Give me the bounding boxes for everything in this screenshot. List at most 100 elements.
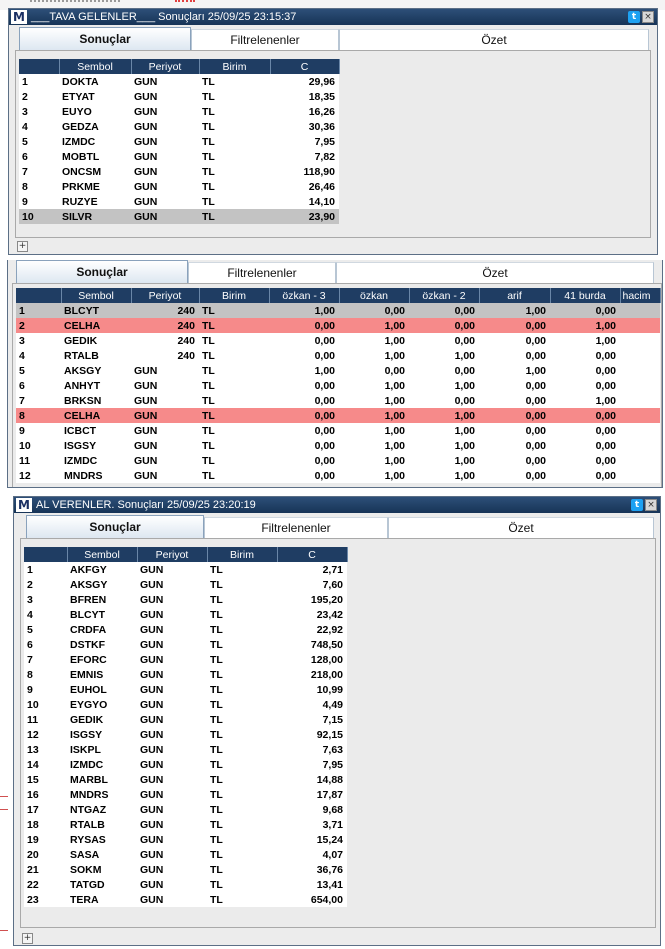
tab-filtrelenenler[interactable]: Filtrelenenler <box>191 29 339 50</box>
tab-ozet[interactable]: Özet <box>336 262 654 283</box>
tab-sonuclar[interactable]: Sonuçlar <box>16 260 188 283</box>
table-cell: 0,00 <box>269 378 339 393</box>
table-row[interactable]: 10 ISGSY GUN TL 0,00 1,00 1,00 0,00 0,00 <box>16 438 660 453</box>
table-row[interactable]: 8 PRKME GUN TL 26,46 <box>19 179 339 194</box>
table-cell: 7 <box>16 393 61 408</box>
column-header-birim[interactable]: Birim <box>199 59 271 74</box>
table-cell: GUN <box>137 712 207 727</box>
table-row[interactable]: 16 MNDRS GUN TL 17,87 <box>24 787 347 802</box>
table-cell-empty <box>620 348 660 363</box>
tab-sonuclar[interactable]: Sonuçlar <box>19 27 191 50</box>
table-row[interactable]: 12 ISGSY GUN TL 92,15 <box>24 727 347 742</box>
column-header-c[interactable]: C <box>277 547 348 562</box>
window-titlebar[interactable]: M AL VERENLER. Sonuçları 25/09/25 23:20:… <box>14 497 660 513</box>
twitter-icon[interactable]: t <box>628 11 640 23</box>
table-row[interactable]: 10 SILVR GUN TL 23,90 <box>19 209 339 224</box>
column-header-sembol[interactable]: Sembol <box>61 288 132 303</box>
table-cell: CELHA <box>61 318 131 333</box>
table-row[interactable]: 9 ICBCT GUN TL 0,00 1,00 1,00 0,00 0,00 <box>16 423 660 438</box>
table-row[interactable]: 9 EUHOL GUN TL 10,99 <box>24 682 347 697</box>
tab-sonuclar[interactable]: Sonuçlar <box>26 515 204 538</box>
table-row[interactable]: 4 RTALB 240 TL 0,00 1,00 1,00 0,00 0,00 <box>16 348 660 363</box>
table-row[interactable]: 18 RTALB GUN TL 3,71 <box>24 817 347 832</box>
table-row[interactable]: 21 SOKM GUN TL 36,76 <box>24 862 347 877</box>
column-header-periyot[interactable]: Periyot <box>131 59 200 74</box>
table-row[interactable]: 6 DSTKF GUN TL 748,50 <box>24 637 347 652</box>
table-row[interactable]: 23 TERA GUN TL 654,00 <box>24 892 347 907</box>
tab-filtrelenenler[interactable]: Filtrelenenler <box>188 262 336 283</box>
column-header-ozkan-2[interactable]: özkan - 2 <box>409 288 480 303</box>
table-row[interactable]: 4 GEDZA GUN TL 30,36 <box>19 119 339 134</box>
window-titlebar[interactable]: M ___TAVA GELENLER___ Sonuçları 25/09/25… <box>9 9 657 25</box>
column-header-c[interactable]: C <box>270 59 340 74</box>
table-cell: BLCYT <box>61 303 131 318</box>
table-row[interactable]: 7 EFORC GUN TL 128,00 <box>24 652 347 667</box>
table-row[interactable]: 17 NTGAZ GUN TL 9,68 <box>24 802 347 817</box>
column-header-sembol[interactable]: Sembol <box>67 547 138 562</box>
table-cell: 0,00 <box>269 423 339 438</box>
table-row[interactable]: 8 EMNIS GUN TL 218,00 <box>24 667 347 682</box>
column-header-sembol[interactable]: Sembol <box>59 59 132 74</box>
table-row[interactable]: 5 IZMDC GUN TL 7,95 <box>19 134 339 149</box>
add-icon[interactable]: + <box>22 933 33 944</box>
table-row[interactable]: 14 IZMDC GUN TL 7,95 <box>24 757 347 772</box>
table-row[interactable]: 19 RYSAS GUN TL 15,24 <box>24 832 347 847</box>
table-row[interactable]: 5 AKSGY GUN TL 1,00 0,00 0,00 1,00 0,00 <box>16 363 660 378</box>
column-header-ozkan[interactable]: özkan <box>339 288 410 303</box>
column-header-periyot[interactable]: Periyot <box>131 288 200 303</box>
table-row[interactable]: 3 EUYO GUN TL 16,26 <box>19 104 339 119</box>
table-row[interactable]: 20 SASA GUN TL 4,07 <box>24 847 347 862</box>
add-icon[interactable]: + <box>17 241 28 252</box>
column-header-41-burda[interactable]: 41 burda <box>550 288 621 303</box>
table-row[interactable]: 7 BRKSN GUN TL 0,00 1,00 0,00 0,00 1,00 <box>16 393 660 408</box>
table-row[interactable]: 22 TATGD GUN TL 13,41 <box>24 877 347 892</box>
table-cell: TERA <box>67 892 137 907</box>
table-row[interactable]: 1 DOKTA GUN TL 29,96 <box>19 74 339 89</box>
table-cell: MOBTL <box>59 149 131 164</box>
table-cell: 2 <box>19 89 59 104</box>
tab-filtrelenenler[interactable]: Filtrelenenler <box>204 517 388 538</box>
table-row[interactable]: 3 BFREN GUN TL 195,20 <box>24 592 347 607</box>
table-row[interactable]: 1 BLCYT 240 TL 1,00 0,00 0,00 1,00 0,00 <box>16 303 660 318</box>
table-row[interactable]: 2 ETYAT GUN TL 18,35 <box>19 89 339 104</box>
tab-ozet[interactable]: Özet <box>339 29 649 50</box>
table-row[interactable]: 6 MOBTL GUN TL 7,82 <box>19 149 339 164</box>
table-row[interactable]: 13 ISKPL GUN TL 7,63 <box>24 742 347 757</box>
table-cell: 748,50 <box>277 637 347 652</box>
table-cell: 1,00 <box>479 363 550 378</box>
table-cell: 3,71 <box>277 817 347 832</box>
table-cell: 1,00 <box>339 423 409 438</box>
table-row[interactable]: 7 ONCSM GUN TL 118,90 <box>19 164 339 179</box>
tab-ozet[interactable]: Özet <box>388 517 654 538</box>
twitter-icon[interactable]: t <box>631 499 643 511</box>
table-row[interactable]: 2 AKSGY GUN TL 7,60 <box>24 577 347 592</box>
table-row[interactable]: 1 AKFGY GUN TL 2,71 <box>24 562 347 577</box>
table-row[interactable]: 8 CELHA GUN TL 0,00 1,00 1,00 0,00 0,00 <box>16 408 660 423</box>
column-header-hacim[interactable]: hacim <box>620 288 661 303</box>
table-row[interactable]: 15 MARBL GUN TL 14,88 <box>24 772 347 787</box>
table-row[interactable]: 4 BLCYT GUN TL 23,42 <box>24 607 347 622</box>
table-row[interactable]: 10 EYGYO GUN TL 4,49 <box>24 697 347 712</box>
table-row[interactable]: 6 ANHYT GUN TL 0,00 1,00 1,00 0,00 0,00 <box>16 378 660 393</box>
table-cell: 9,68 <box>277 802 347 817</box>
table-row[interactable]: 3 GEDIK 240 TL 0,00 1,00 0,00 0,00 1,00 <box>16 333 660 348</box>
table-row[interactable]: 9 RUZYE GUN TL 14,10 <box>19 194 339 209</box>
table-row[interactable]: 11 GEDIK GUN TL 7,15 <box>24 712 347 727</box>
table-cell: GUN <box>137 787 207 802</box>
table-row[interactable]: 12 MNDRS GUN TL 0,00 1,00 1,00 0,00 0,00 <box>16 468 660 483</box>
column-header-periyot[interactable]: Periyot <box>137 547 208 562</box>
column-header-ozkan-3[interactable]: özkan - 3 <box>269 288 340 303</box>
close-icon[interactable]: × <box>645 499 657 511</box>
table-row[interactable]: 2 CELHA 240 TL 0,00 1,00 0,00 0,00 1,00 <box>16 318 660 333</box>
close-icon[interactable]: × <box>642 11 654 23</box>
column-header-arif[interactable]: arif <box>479 288 551 303</box>
table-cell: GUN <box>131 378 199 393</box>
column-header-birim[interactable]: Birim <box>207 547 278 562</box>
table-cell: TL <box>199 468 269 483</box>
table-cell: GUN <box>137 772 207 787</box>
table-row[interactable]: 11 IZMDC GUN TL 0,00 1,00 1,00 0,00 0,00 <box>16 453 660 468</box>
column-header-birim[interactable]: Birim <box>199 288 270 303</box>
table-row[interactable]: 5 CRDFA GUN TL 22,92 <box>24 622 347 637</box>
table-cell: 1,00 <box>550 318 620 333</box>
table-cell-empty <box>620 423 660 438</box>
